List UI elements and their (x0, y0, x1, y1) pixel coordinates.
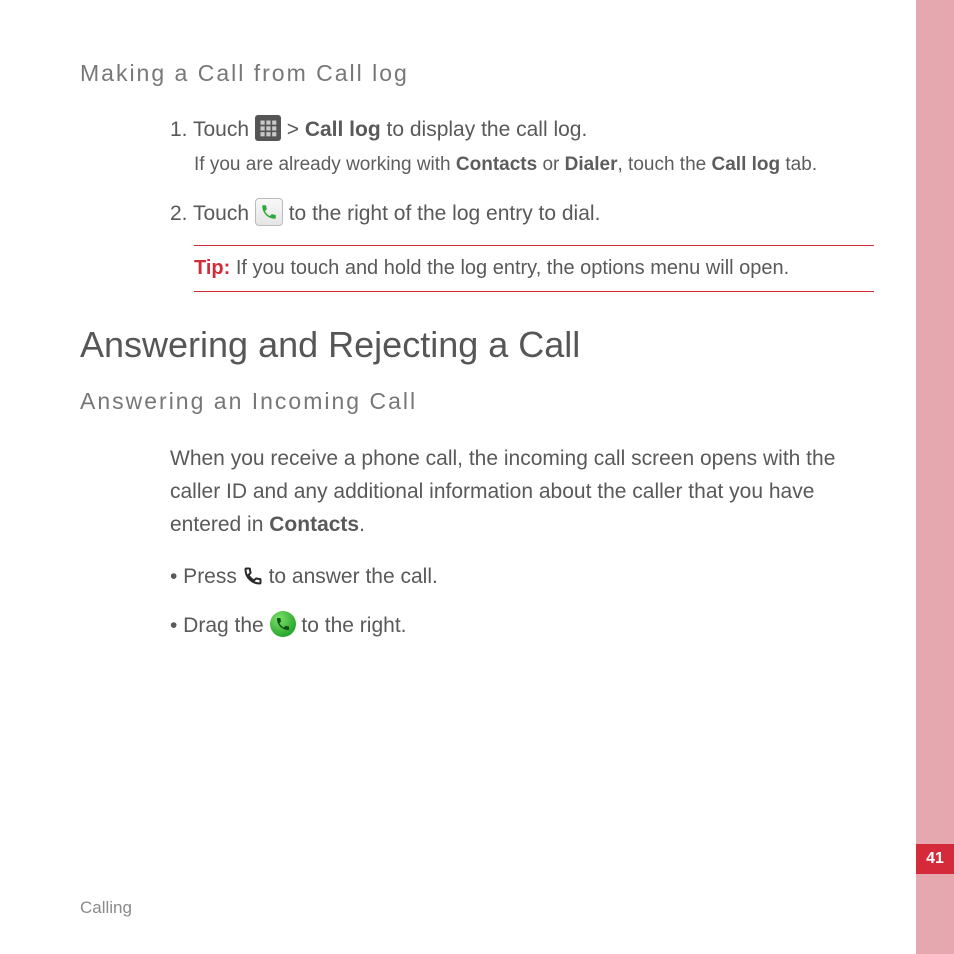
apps-grid-icon (255, 115, 281, 141)
bold-call-log-tab: Call log (712, 154, 781, 175)
call-button-icon (255, 198, 283, 226)
ordered-steps: 1. Touch > Call log to display the call … (170, 115, 874, 292)
step-text: to the right of the log entry to dial. (289, 202, 601, 225)
para-text: . (359, 513, 365, 536)
sub-text: or (542, 154, 559, 175)
sub-text: , touch the (617, 154, 706, 175)
tip-callout: Tip: If you touch and hold the log entry… (194, 245, 874, 292)
step-number: 1. (170, 115, 188, 145)
bullet-drag-answer: • Drag the to the right. (170, 610, 874, 643)
tip-text: If you touch and hold the log entry, the… (236, 257, 789, 279)
bold-dialer: Dialer (565, 154, 618, 175)
bullet-text: • Press (170, 565, 237, 588)
answer-call-icon (270, 611, 296, 637)
step-1: 1. Touch > Call log to display the call … (170, 115, 874, 179)
bullet-press-answer: • Press to answer the call. (170, 561, 874, 594)
section-heading-call-log: Making a Call from Call log (80, 60, 874, 87)
bullet-text: to the right. (301, 614, 406, 637)
page-number-badge: 41 (916, 844, 954, 874)
sub-text: tab. (785, 154, 817, 175)
bullet-text: • Drag the (170, 614, 264, 637)
step-number: 2. (170, 199, 188, 229)
bold-call-log: Call log (305, 118, 381, 141)
sub-text: If you are already working with (194, 154, 451, 175)
subsection-heading-answering: Answering an Incoming Call (80, 388, 874, 415)
bold-contacts: Contacts (456, 154, 537, 175)
bold-contacts: Contacts (269, 513, 359, 536)
step-text: Touch (193, 118, 249, 141)
phone-handset-icon (243, 566, 263, 586)
side-accent-bar (916, 0, 954, 954)
manual-page: 41 Making a Call from Call log 1. Touch … (0, 0, 954, 954)
step-text: > (287, 118, 299, 141)
step-text: Touch (193, 202, 249, 225)
bullet-text: to answer the call. (269, 565, 438, 588)
tip-label: Tip: (194, 257, 230, 279)
step-1-subtext: If you are already working with Contacts… (194, 151, 874, 179)
step-text: to display the call log. (387, 118, 588, 141)
paragraph-incoming-call: When you receive a phone call, the incom… (170, 443, 874, 541)
section-heading-answer-reject: Answering and Rejecting a Call (80, 324, 874, 366)
step-2: 2. Touch to the right of the log entry t… (170, 199, 874, 292)
footer-section-label: Calling (80, 898, 132, 918)
